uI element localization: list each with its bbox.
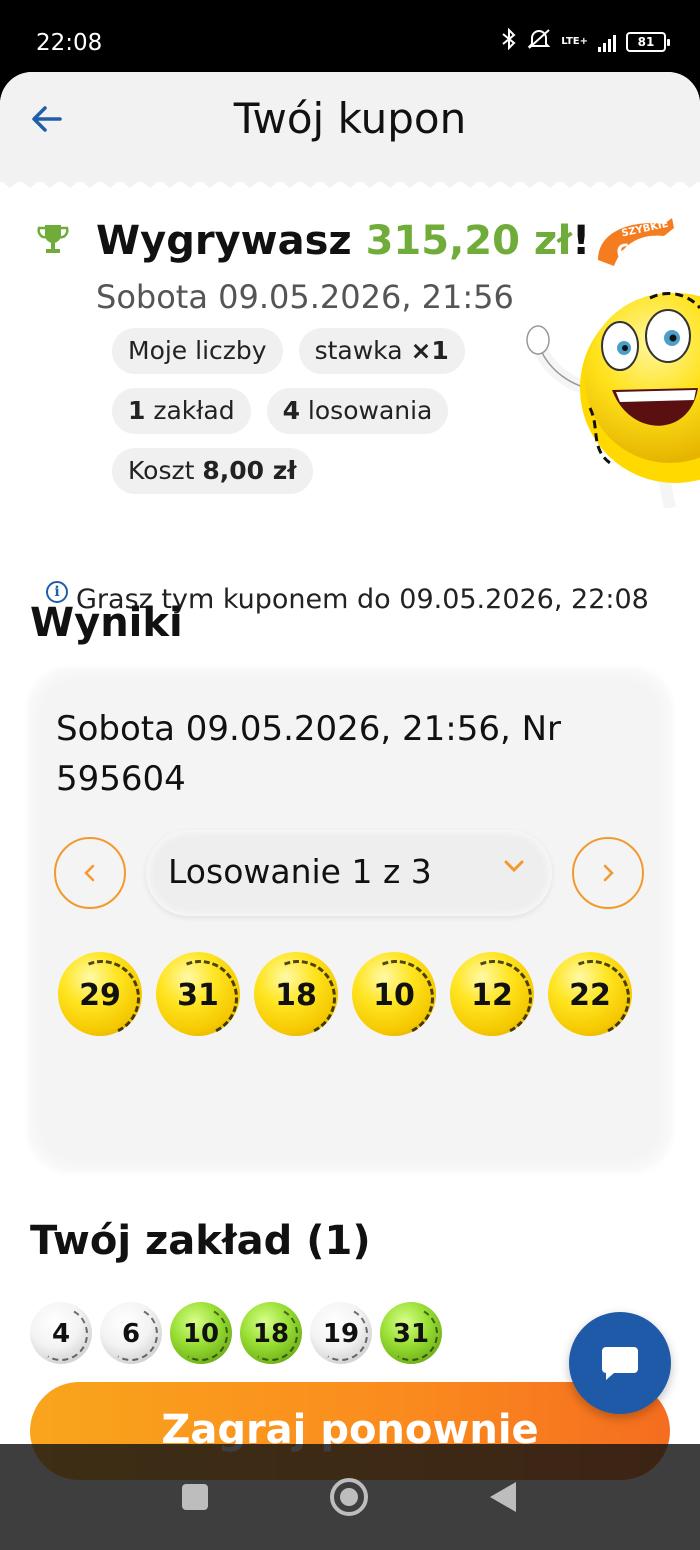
mascot-ball-image	[526, 292, 700, 508]
battery-icon: 81	[626, 31, 670, 52]
home-icon[interactable]	[328, 1476, 370, 1518]
bets-label: zakład	[145, 396, 235, 425]
chip-stake: stawka ×1	[298, 328, 465, 374]
szybkie-600-logo: SZYBKIE 600	[598, 218, 674, 267]
back-nav-icon[interactable]	[488, 1480, 518, 1514]
drawn-ball: 12	[450, 952, 534, 1036]
win-headline: Wygrywasz 315,20 zł!	[96, 218, 590, 264]
bluetooth-icon	[501, 27, 517, 55]
coupon-date: Sobota 09.05.2026, 21:56	[96, 278, 514, 316]
cost-value: 8,00 zł	[202, 456, 297, 485]
results-title: Wyniki	[30, 600, 183, 646]
bet-ball-miss: 19	[310, 1302, 372, 1364]
drawn-ball: 18	[254, 952, 338, 1036]
muted-bell-icon	[527, 28, 551, 55]
chip-bets: 1 zakład	[112, 388, 251, 434]
bet-ball-miss: 4	[30, 1302, 92, 1364]
system-nav-bar	[0, 1444, 700, 1550]
draw-select-dropdown[interactable]: Losowanie 1 z 3	[146, 830, 552, 916]
win-amount: 315,20 zł	[365, 218, 572, 264]
chevron-down-icon	[504, 860, 524, 873]
chip-my-numbers: Moje liczby	[112, 328, 283, 374]
results-card: Sobota 09.05.2026, 21:56, Nr 595604 Loso…	[30, 670, 670, 1170]
draw-select-value: Losowanie 1 z 3	[168, 852, 432, 891]
chip-cost: Koszt 8,00 zł	[112, 448, 313, 494]
bet-numbers: 4 6 10 18 19 31	[30, 1302, 442, 1364]
chat-bubble-icon	[602, 1347, 638, 1380]
win-summary: Wygrywasz 315,20 zł! Sobota 09.05.2026, …	[0, 210, 700, 615]
recents-icon[interactable]	[180, 1482, 210, 1512]
win-prefix: Wygrywasz	[96, 218, 366, 264]
next-draw-button[interactable]	[572, 837, 644, 909]
status-bar: 22:08 LTE+ 81	[0, 0, 700, 80]
bets-value: 1	[128, 396, 146, 425]
status-time: 22:08	[36, 30, 103, 56]
app-header: Twój kupon	[0, 72, 700, 182]
draws-label: losowania	[299, 396, 433, 425]
drawn-ball: 31	[156, 952, 240, 1036]
chevron-right-icon	[603, 864, 614, 882]
drawn-ball: 29	[58, 952, 142, 1036]
chevron-left-icon	[84, 864, 95, 882]
draws-value: 4	[282, 396, 300, 425]
bet-ball-miss: 6	[100, 1302, 162, 1364]
bet-ball-hit: 10	[170, 1302, 232, 1364]
bet-ball-hit: 31	[380, 1302, 442, 1364]
chat-button[interactable]	[569, 1312, 671, 1414]
win-suffix: !	[572, 218, 591, 264]
draw-title: Sobota 09.05.2026, 21:56, Nr 595604	[56, 709, 562, 799]
drawn-ball: 22	[548, 952, 632, 1036]
cost-label: Koszt	[128, 456, 203, 485]
bet-ball-hit: 18	[240, 1302, 302, 1364]
drawn-numbers: 29 31 18 10 12 22	[58, 952, 632, 1036]
drawn-ball: 10	[352, 952, 436, 1036]
chip-draws: 4 losowania	[266, 388, 449, 434]
header-zigzag-divider	[0, 172, 700, 188]
page-title: Twój kupon	[233, 94, 467, 143]
coupon-screen: Twój kupon Wygrywasz 315,20 zł! Sobota 0…	[0, 72, 700, 1550]
coupon-chips: Moje liczby stawka ×1 1 zakład 4 losowan…	[112, 328, 532, 508]
stake-label: stawka	[314, 336, 411, 365]
network-type: LTE+	[561, 35, 588, 47]
stake-value: ×1	[410, 336, 449, 365]
signal-icon	[598, 32, 616, 52]
trophy-icon	[37, 225, 69, 253]
status-icons: LTE+ 81	[501, 27, 670, 55]
previous-draw-button[interactable]	[54, 837, 126, 909]
bet-title: Twój zakład (1)	[30, 1218, 371, 1264]
